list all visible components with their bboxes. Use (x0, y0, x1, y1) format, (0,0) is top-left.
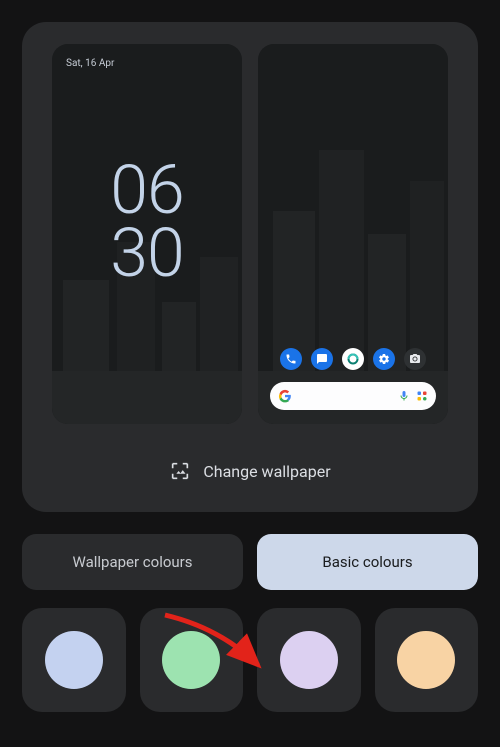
settings-icon (373, 348, 395, 370)
wallpaper-icon (169, 460, 191, 482)
swatch-circle (162, 631, 220, 689)
messages-icon (311, 348, 333, 370)
colour-source-tabs: Wallpaper colours Basic colours (22, 534, 478, 590)
colour-swatch-2[interactable] (140, 608, 244, 712)
lockscreen-preview[interactable]: Sat, 16 Apr 06 30 (52, 44, 242, 424)
change-wallpaper-button[interactable]: Change wallpaper (44, 452, 456, 490)
swatch-circle (280, 631, 338, 689)
edge-icon (342, 348, 364, 370)
clock-minutes: 30 (52, 222, 242, 285)
swatch-circle (45, 631, 103, 689)
tab-wallpaper-colours[interactable]: Wallpaper colours (22, 534, 243, 590)
change-wallpaper-label: Change wallpaper (203, 462, 330, 481)
app-dock (258, 348, 448, 370)
homescreen-preview[interactable] (258, 44, 448, 424)
preview-panel: Sat, 16 Apr 06 30 (22, 22, 478, 512)
lens-icon (416, 390, 428, 402)
camera-icon (404, 348, 426, 370)
lockscreen-clock: 06 30 (52, 159, 242, 284)
search-bar (270, 382, 436, 410)
tab-basic-colours[interactable]: Basic colours (257, 534, 478, 590)
phone-icon (280, 348, 302, 370)
google-logo-icon (278, 389, 292, 403)
swatch-circle (397, 631, 455, 689)
colour-swatches (22, 608, 478, 712)
colour-swatch-4[interactable] (375, 608, 479, 712)
lockscreen-date: Sat, 16 Apr (66, 58, 114, 69)
colour-swatch-3[interactable] (257, 608, 361, 712)
mic-icon (398, 390, 410, 402)
colour-swatch-1[interactable] (22, 608, 126, 712)
